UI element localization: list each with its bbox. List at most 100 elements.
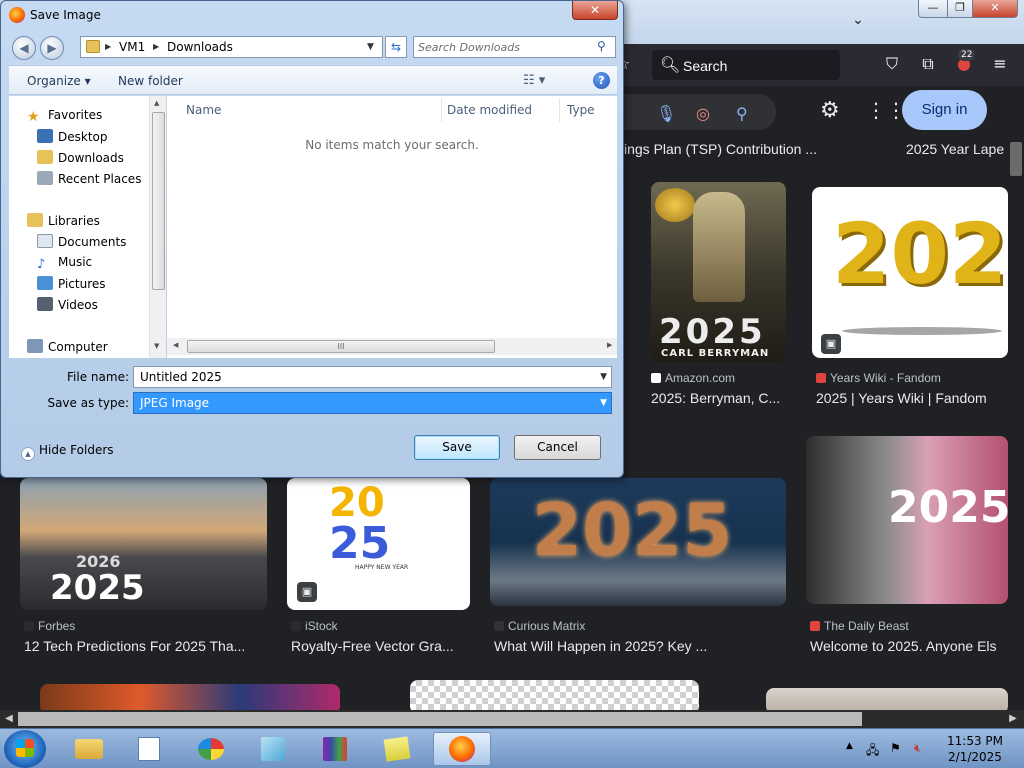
microphone-icon[interactable]: 🎙︎ xyxy=(656,104,676,123)
column-divider[interactable] xyxy=(559,98,560,122)
column-type-header[interactable]: Type xyxy=(567,103,595,117)
cancel-button[interactable]: Cancel xyxy=(514,435,601,460)
explorer-taskbar-button[interactable] xyxy=(63,732,115,766)
new-folder-button[interactable]: New folder xyxy=(118,74,183,88)
nav-downloads[interactable]: Downloads xyxy=(37,150,124,165)
help-icon[interactable]: ? xyxy=(593,72,610,89)
winrar-taskbar-button[interactable] xyxy=(309,732,361,766)
breadcrumb-separator-icon[interactable]: ▶ xyxy=(153,37,159,57)
wordpad-taskbar-button[interactable] xyxy=(123,732,175,766)
scroll-up-arrow-icon[interactable]: ▲ xyxy=(154,99,159,107)
file-list-horizontal-scrollbar[interactable]: ◀ III ▶ xyxy=(167,338,617,355)
nav-pictures[interactable]: Pictures xyxy=(37,276,106,291)
address-dropdown-icon[interactable]: ▼ xyxy=(367,37,374,57)
scroll-left-arrow-icon[interactable]: ◀ xyxy=(173,341,178,349)
google-apps-icon[interactable]: ⋮⋮ xyxy=(866,98,906,122)
result-source-label: The Daily Beast xyxy=(824,619,909,633)
google-search-icon[interactable]: ⚲ xyxy=(736,104,748,123)
sign-in-button[interactable]: Sign in xyxy=(902,90,987,130)
menu-icon[interactable]: ≡ xyxy=(988,54,1012,76)
result-title[interactable]: 2025 Year Lape xyxy=(906,141,1008,157)
hide-folders-toggle[interactable]: ▲ Hide Folders xyxy=(21,443,114,461)
result-title[interactable]: 2025 | Years Wiki | Fandom xyxy=(816,390,1008,406)
paint-taskbar-button[interactable] xyxy=(185,732,237,766)
save-button[interactable]: Save xyxy=(414,435,500,460)
notebook-taskbar-button[interactable] xyxy=(247,732,299,766)
scroll-down-arrow-icon[interactable]: ▼ xyxy=(154,342,159,350)
result-title[interactable]: Welcome to 2025. Anyone Els xyxy=(810,638,1008,654)
nav-libraries[interactable]: Libraries xyxy=(27,213,100,228)
column-date-modified-header[interactable]: Date modified xyxy=(447,103,532,117)
result-title[interactable]: 12 Tech Predictions For 2025 Tha... xyxy=(24,638,264,654)
sticky-notes-taskbar-button[interactable] xyxy=(371,732,423,766)
browser-minimize-button[interactable]: — xyxy=(918,0,948,18)
scrollbar-thumb[interactable] xyxy=(1010,142,1022,176)
column-divider[interactable] xyxy=(441,98,442,122)
system-clock[interactable]: 11:53 PM 2/1/2025 xyxy=(940,733,1010,765)
pocket-icon[interactable]: ⛉ xyxy=(880,54,904,76)
nav-computer[interactable]: Computer xyxy=(27,339,108,354)
nav-desktop[interactable]: Desktop xyxy=(37,129,108,144)
scrollbar-thumb[interactable] xyxy=(152,112,165,290)
column-name-header[interactable]: Name xyxy=(186,103,221,117)
browser-close-button[interactable]: ✕ xyxy=(972,0,1018,18)
result-title[interactable]: Royalty-Free Vector Gra... xyxy=(291,638,471,654)
action-center-flag-icon[interactable]: ⚑ xyxy=(890,741,901,755)
dialog-close-button[interactable]: ✕ xyxy=(572,1,618,20)
daily-beast-thumbnail[interactable]: 2025 xyxy=(806,436,1008,604)
start-button[interactable] xyxy=(4,730,46,768)
browser-maximize-button[interactable]: ❐ xyxy=(947,0,973,18)
earth-2025-thumbnail[interactable]: 2025 xyxy=(490,478,786,606)
scroll-right-arrow-icon[interactable]: ▶ xyxy=(1006,711,1020,727)
result-title[interactable]: 2025: Berryman, C... xyxy=(651,390,796,406)
back-button[interactable]: ◀ xyxy=(12,36,36,60)
libraries-icon xyxy=(27,213,43,227)
settings-gear-icon[interactable]: ⚙ xyxy=(820,98,840,123)
firefox-taskbar-button[interactable] xyxy=(433,732,491,766)
organize-menu[interactable]: Organize ▾ xyxy=(27,74,91,88)
extensions-icon[interactable]: ⧉ xyxy=(916,54,940,76)
nav-pane-scrollbar[interactable]: ▲ ▼ xyxy=(149,96,166,358)
browser-search-box[interactable]: 🔍︎ Search xyxy=(652,50,840,80)
file-name-input[interactable]: Untitled 2025 ▼ xyxy=(133,366,612,388)
nav-videos[interactable]: Videos xyxy=(37,297,98,312)
lens-icon[interactable]: ◎ xyxy=(696,104,710,123)
refresh-button[interactable]: ⇆ xyxy=(385,36,407,58)
nav-recent-places[interactable]: Recent Places xyxy=(37,171,141,186)
result-title[interactable]: ings Plan (TSP) Contribution ... xyxy=(624,141,834,157)
view-options-icon[interactable]: ☷ ▾ xyxy=(523,73,545,88)
road-2025-thumbnail[interactable]: 2026 2025 xyxy=(20,478,267,610)
scroll-left-arrow-icon[interactable]: ◀ xyxy=(2,711,16,727)
address-bar[interactable]: ▶ VM1 ▶ Downloads ▼ xyxy=(80,36,383,58)
scroll-right-arrow-icon[interactable]: ▶ xyxy=(607,341,612,349)
scrollbar-thumb[interactable]: III xyxy=(187,340,495,353)
breadcrumb-downloads[interactable]: Downloads xyxy=(167,37,233,57)
nav-documents[interactable]: Documents xyxy=(37,234,126,249)
taskbar: ▲ 🖧 ⚑ 🔇︎ 11:53 PM 2/1/2025 xyxy=(0,728,1024,768)
search-box[interactable]: ⚲ xyxy=(413,36,616,58)
nav-favorites[interactable]: ★ Favorites xyxy=(27,108,102,125)
show-hidden-icons-icon[interactable]: ▲ xyxy=(846,741,853,751)
search-icon[interactable]: ⚲ xyxy=(597,39,606,53)
save-as-type-select[interactable]: JPEG Image ▼ xyxy=(133,392,612,414)
file-name-dropdown-icon[interactable]: ▼ xyxy=(600,367,607,387)
breadcrumb-vm1[interactable]: VM1 xyxy=(119,37,145,57)
book-cover-thumbnail[interactable]: 2025 CARL BERRYMAN xyxy=(651,182,786,362)
search-input[interactable] xyxy=(418,39,593,55)
save-as-type-dropdown-icon[interactable]: ▼ xyxy=(600,393,607,413)
tab-list-chevron-icon[interactable]: ⌄ xyxy=(848,12,868,32)
page-vertical-scrollbar[interactable] xyxy=(1008,128,1024,708)
curious-matrix-favicon-icon xyxy=(494,621,504,631)
breadcrumb-separator-icon[interactable]: ▶ xyxy=(105,37,111,57)
result-title[interactable]: What Will Happen in 2025? Key ... xyxy=(494,638,734,654)
volume-muted-icon[interactable]: 🔇︎ xyxy=(914,741,922,756)
scrollbar-thumb[interactable] xyxy=(18,712,862,726)
nav-music[interactable]: ♪ Music xyxy=(37,255,92,272)
google-search-pill[interactable]: 🎙︎ ◎ ⚲ xyxy=(600,94,776,130)
page-horizontal-scrollbar[interactable]: ◀ ▶ xyxy=(0,710,1024,728)
network-icon[interactable]: 🖧 xyxy=(866,741,879,762)
file-name-label: File name: xyxy=(67,370,129,384)
gold-2025-thumbnail[interactable]: 2025 xyxy=(812,187,1008,358)
forward-button[interactable]: ▶ xyxy=(40,36,64,60)
transparent-thumbnail[interactable] xyxy=(410,680,699,714)
